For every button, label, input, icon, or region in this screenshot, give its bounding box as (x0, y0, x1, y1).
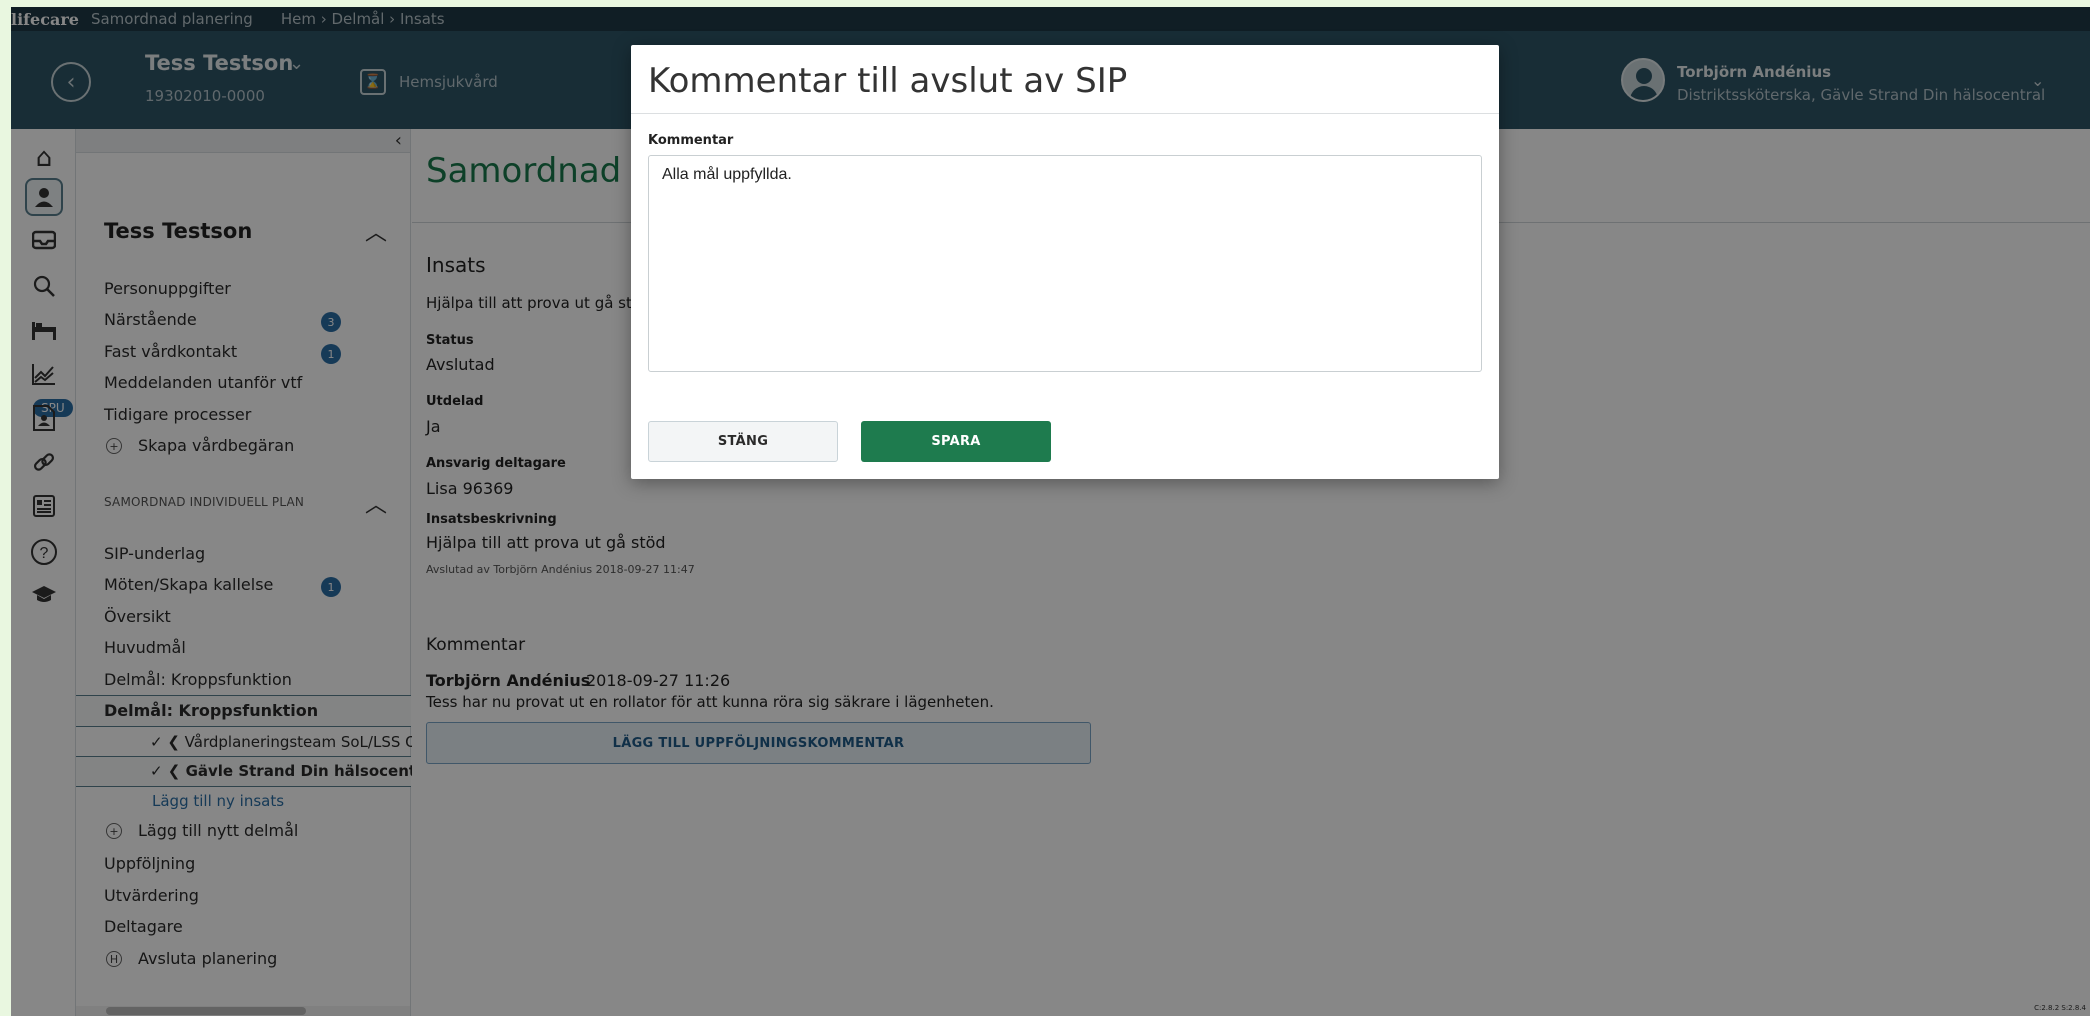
comment-textarea[interactable]: Alla mål uppfyllda. (648, 155, 1482, 372)
save-button[interactable]: SPARA (861, 421, 1051, 462)
comment-field-label: Kommentar (648, 133, 734, 148)
divider (631, 113, 1499, 114)
close-button[interactable]: STÄNG (648, 421, 838, 462)
comment-dialog: Kommentar till avslut av SIP Kommentar A… (631, 45, 1499, 479)
dialog-title: Kommentar till avslut av SIP (648, 61, 1128, 101)
app-window: lifecare Samordnad planering Hem › Delmå… (11, 7, 2090, 1016)
